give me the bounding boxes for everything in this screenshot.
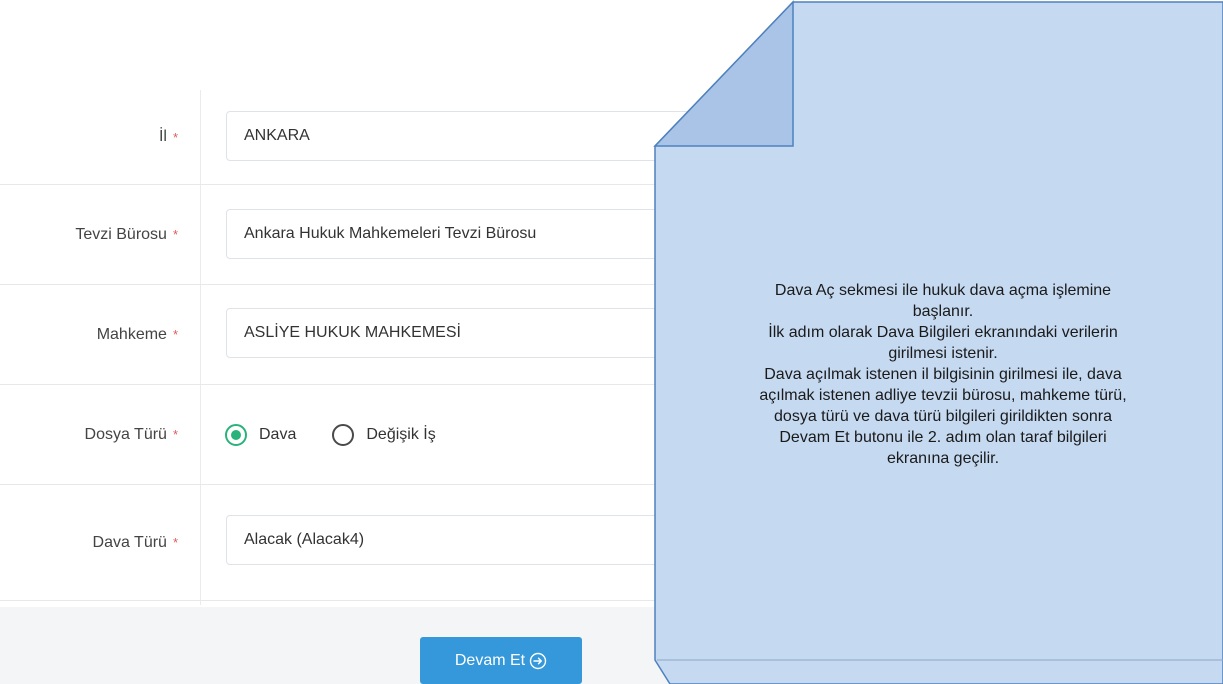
devam-et-label: Devam Et [454,651,526,669]
required-marker: * [172,227,178,242]
required-marker: * [172,535,178,550]
tevzi-burosu-select[interactable]: Ankara Hukuk Mahkemeleri Tevzi Bürosu [226,209,826,259]
required-marker: * [172,427,178,442]
il-label: İl * [159,90,178,184]
mahkeme-value: ASLİYE HUKUK MAHKEMESİ [244,324,461,341]
form-row-il: İl * ANKARA [0,90,1223,185]
radio-selected-icon[interactable] [225,423,247,446]
dava-turu-label-text: Dava Türü [92,533,167,551]
radio-option-dava[interactable]: Dava [225,423,297,446]
required-marker: * [172,129,178,145]
dosya-turu-radio-group: Dava Değişik İş [225,385,472,484]
dosya-turu-label: Dosya Türü * [85,385,178,484]
form-row-tevzi-burosu: Tevzi Bürosu * Ankara Hukuk Mahkemeleri … [0,185,1223,285]
mahkeme-label: Mahkeme * [97,285,178,384]
il-select[interactable]: ANKARA [226,111,826,161]
dava-bilgileri-screen: İl * ANKARA Tevzi Bürosu * Ankara Hukuk … [0,0,1223,684]
dava-turu-value: Alacak (Alacak4) [244,531,365,548]
tevzi-burosu-label: Tevzi Bürosu * [75,185,178,284]
form-footer [0,607,1223,684]
form-row-mahkeme: Mahkeme * ASLİYE HUKUK MAHKEMESİ [0,285,1223,385]
radio-option-degisik-is-label: Değişik İş [366,425,436,443]
mahkeme-label-text: Mahkeme [96,325,167,343]
radio-option-dava-label: Dava [259,425,297,443]
form-row-dosya-turu: Dosya Türü * Dava Değişik İş [0,385,1223,485]
arrow-circle-right-icon [529,652,547,669]
devam-et-button[interactable]: Devam Et [420,637,582,684]
tevzi-burosu-label-text: Tevzi Bürosu [75,225,167,243]
dava-turu-select[interactable]: Alacak (Alacak4) [226,515,826,565]
dava-turu-label: Dava Türü * [93,485,178,600]
il-label-text: İl [158,128,167,145]
radio-unselected-icon[interactable] [332,423,355,446]
dava-bilgileri-form: İl * ANKARA Tevzi Bürosu * Ankara Hukuk … [0,90,1223,601]
dosya-turu-label-text: Dosya Türü [84,425,167,443]
mahkeme-select[interactable]: ASLİYE HUKUK MAHKEMESİ [226,308,826,358]
form-row-dava-turu: Dava Türü * Alacak (Alacak4) [0,485,1223,601]
required-marker: * [172,327,178,342]
il-value: ANKARA [244,127,310,144]
tevzi-burosu-value: Ankara Hukuk Mahkemeleri Tevzi Bürosu [244,225,537,242]
radio-option-degisik-is[interactable]: Değişik İş [332,423,436,446]
